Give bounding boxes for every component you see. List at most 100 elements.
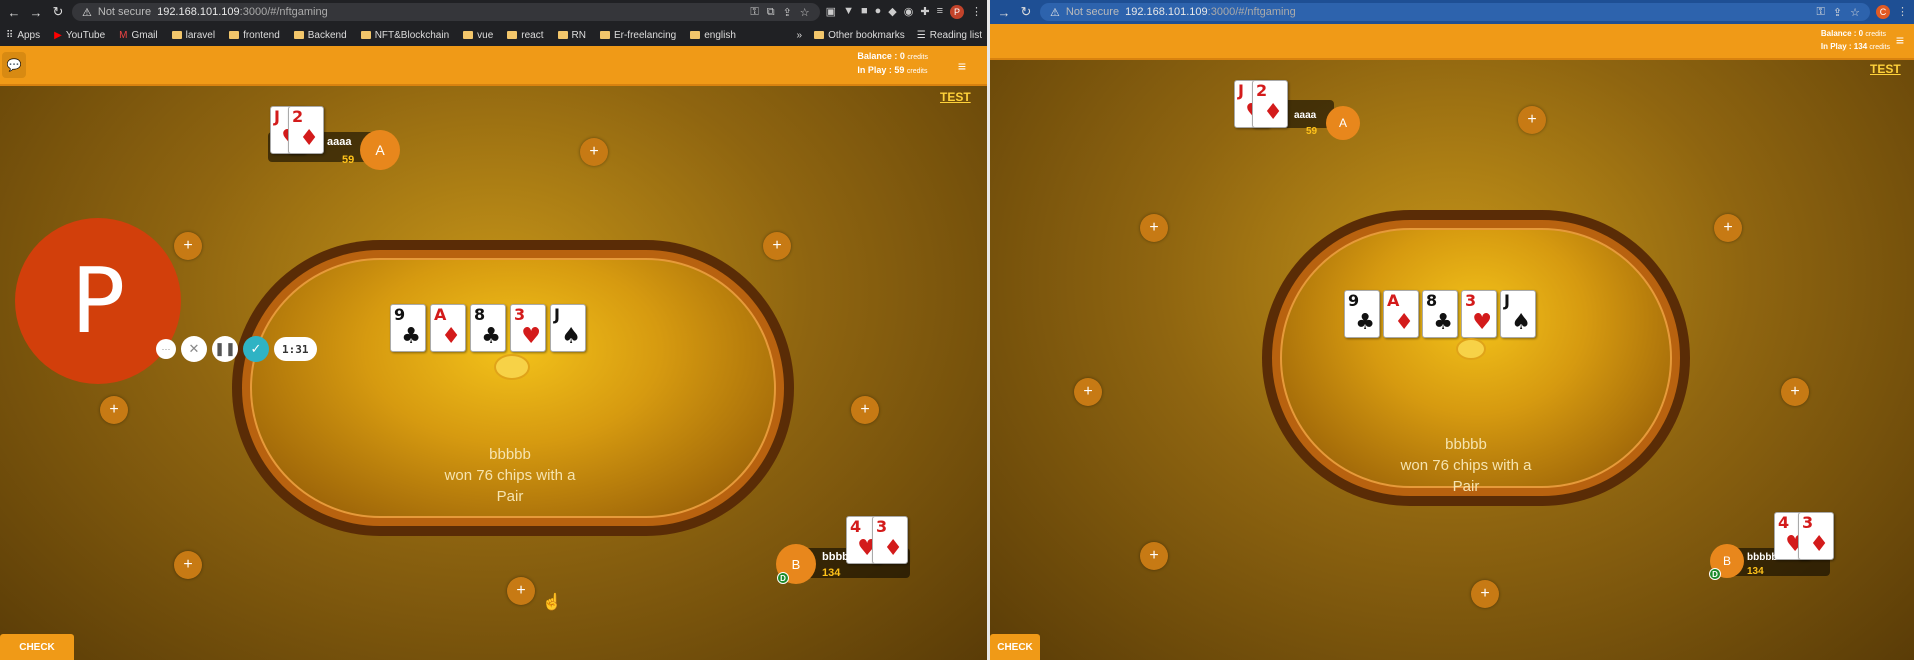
credits-unit: credits: [907, 54, 928, 61]
player-a-name: aaaa: [327, 136, 352, 148]
bookmark-folder[interactable]: frontend: [229, 30, 280, 41]
turn-timer: 1:31: [274, 337, 317, 361]
empty-seat-button[interactable]: +: [174, 551, 202, 579]
card-rank: 3: [514, 305, 526, 324]
test-link[interactable]: TEST: [1870, 62, 1901, 76]
chat-icon[interactable]: 💬: [2, 52, 26, 78]
profile-avatar[interactable]: P: [950, 5, 964, 19]
bookmark-folder[interactable]: Backend: [293, 30, 347, 41]
bookmarks-overflow[interactable]: »: [797, 30, 803, 41]
card-suit: ♠: [1511, 310, 1531, 335]
bookmark-label: Apps: [17, 29, 41, 41]
dealer-mascot-icon: [1456, 338, 1486, 360]
media-icon[interactable]: ≡: [937, 5, 943, 19]
empty-seat-button[interactable]: +: [507, 577, 535, 605]
bookmark-youtube[interactable]: ▶ YouTube: [54, 30, 105, 41]
extension-icon[interactable]: ▼: [843, 5, 854, 19]
browser-toolbar: ← → ↻ ⚠ Not secure 192.168.101.109:3000/…: [0, 0, 988, 24]
player-a-avatar: A: [360, 130, 400, 170]
community-card-3: 8 ♣: [1422, 290, 1458, 338]
warning-icon: ⚠: [82, 6, 92, 19]
card-rank: 4: [1778, 513, 1790, 532]
browser-window-left: ← → ↻ ⚠ Not secure 192.168.101.109:3000/…: [0, 0, 988, 660]
bookmark-label: NFT&Blockchain: [374, 29, 450, 41]
folder-icon: [229, 31, 240, 39]
back-icon[interactable]: ←: [6, 5, 22, 20]
address-bar[interactable]: ⚠ Not secure 192.168.101.109:3000/#/nftg…: [72, 3, 820, 21]
extension-icon[interactable]: ▣: [826, 5, 836, 19]
translate-icon[interactable]: ⧉: [767, 6, 775, 19]
check-button[interactable]: CHECK: [0, 634, 74, 660]
empty-seat-button[interactable]: +: [763, 232, 791, 260]
forward-icon[interactable]: →: [28, 5, 44, 20]
url-path: :3000/#/nftgaming: [239, 6, 328, 18]
bookmark-folder[interactable]: Er-freelancing: [599, 30, 676, 41]
player-b-card-2: 3 ♦: [872, 516, 908, 564]
empty-seat-button[interactable]: +: [1140, 542, 1168, 570]
gmail-icon: M: [119, 29, 128, 41]
extension-icon[interactable]: ◆: [888, 5, 896, 19]
dealer-button: D: [777, 572, 789, 584]
balance-panel: Balance : 0 credits In Play : 134 credit…: [1821, 28, 1890, 54]
bookmark-apps[interactable]: ⠿ Apps: [6, 30, 40, 41]
kebab-menu-icon[interactable]: ⋮: [1897, 5, 1908, 19]
bookmark-folder[interactable]: RN: [557, 30, 586, 41]
kebab-menu-icon[interactable]: ⋮: [971, 5, 982, 19]
bookmark-gmail[interactable]: M Gmail: [119, 30, 157, 41]
empty-seat-button[interactable]: +: [1074, 378, 1102, 406]
empty-seat-button[interactable]: +: [174, 232, 202, 260]
player-a-chips: 59: [342, 154, 355, 166]
pause-icon[interactable]: ❚❚: [212, 336, 238, 362]
star-icon[interactable]: ☆: [800, 6, 810, 19]
bookmark-folder[interactable]: vue: [463, 30, 493, 41]
player-a-avatar: A: [1326, 106, 1360, 140]
forward-icon[interactable]: →: [996, 5, 1012, 20]
empty-seat-button[interactable]: +: [851, 396, 879, 424]
empty-seat-button[interactable]: +: [100, 396, 128, 424]
folder-icon: [360, 31, 371, 39]
check-button[interactable]: CHECK: [990, 634, 1040, 660]
key-icon[interactable]: ⚿: [1817, 6, 1825, 19]
folder-icon: [507, 31, 518, 39]
more-options-icon[interactable]: ···: [156, 339, 176, 359]
extension-icon[interactable]: ◉: [904, 5, 914, 19]
player-b-chips: 134: [822, 567, 841, 579]
extension-icon[interactable]: ■: [861, 5, 868, 19]
key-icon[interactable]: ⚿: [750, 6, 758, 19]
fold-x-icon[interactable]: ✕: [181, 336, 207, 362]
bookmark-folder[interactable]: NFT&Blockchain: [360, 29, 450, 41]
empty-seat-button[interactable]: +: [1714, 214, 1742, 242]
share-icon[interactable]: ⇪: [1833, 6, 1842, 19]
bookmark-label: Reading list: [929, 29, 982, 41]
bookmark-label: english: [704, 29, 736, 41]
reading-list[interactable]: ☰ Reading list: [917, 30, 982, 41]
reading-list-icon: ☰: [916, 29, 926, 41]
credits-unit: credits: [1869, 44, 1890, 51]
empty-seat-button[interactable]: +: [1140, 214, 1168, 242]
empty-seat-button[interactable]: +: [580, 138, 608, 166]
profile-avatar[interactable]: C: [1876, 5, 1890, 19]
bookmark-folder[interactable]: english: [690, 30, 736, 41]
extension-icon[interactable]: ●: [875, 5, 882, 19]
star-icon[interactable]: ☆: [1850, 6, 1860, 19]
empty-seat-button[interactable]: +: [1781, 378, 1809, 406]
reload-icon[interactable]: ↻: [1018, 4, 1034, 20]
card-suit: ♦: [1394, 310, 1414, 335]
reload-icon[interactable]: ↻: [50, 4, 66, 20]
card-rank: 3: [876, 517, 888, 536]
empty-seat-button[interactable]: +: [1471, 580, 1499, 608]
empty-seat-button[interactable]: +: [1518, 106, 1546, 134]
card-rank: J: [274, 107, 280, 126]
bookmark-label: frontend: [243, 29, 280, 41]
check-mark-icon[interactable]: ✓: [243, 336, 269, 362]
share-icon[interactable]: ⇪: [783, 6, 792, 19]
test-link[interactable]: TEST: [940, 90, 971, 104]
player-b-card-2: 3 ♦: [1798, 512, 1834, 560]
other-bookmarks[interactable]: Other bookmarks: [814, 30, 905, 41]
hamburger-menu-icon[interactable]: ≡: [958, 58, 966, 74]
address-bar[interactable]: ⚠ Not secure 192.168.101.109:3000/#/nftg…: [1040, 3, 1870, 21]
hamburger-menu-icon[interactable]: ≡: [1896, 32, 1904, 48]
puzzle-icon[interactable]: ✚: [920, 5, 929, 19]
bookmark-folder[interactable]: react: [507, 30, 544, 41]
bookmark-folder[interactable]: laravel: [171, 30, 215, 41]
